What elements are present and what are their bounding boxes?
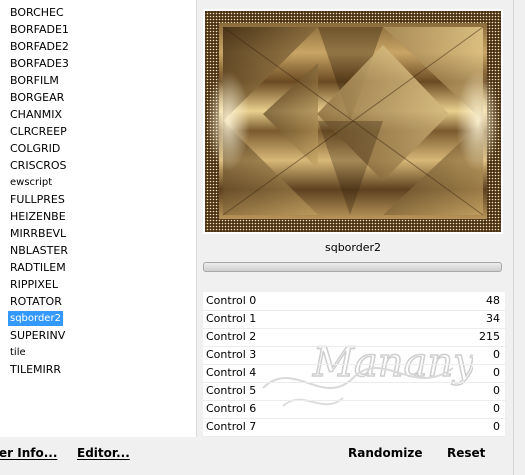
control-row[interactable]: Control 4 0 xyxy=(203,364,505,383)
control-label: Control 2 xyxy=(206,330,257,343)
filter-list-item[interactable]: BORFADE3 xyxy=(8,56,71,71)
control-row[interactable]: Control 0 48 xyxy=(203,292,505,311)
randomize-button[interactable]: Randomize xyxy=(348,446,422,460)
control-row[interactable]: Control 5 0 xyxy=(203,382,505,401)
control-label: Control 1 xyxy=(206,312,257,325)
control-value[interactable]: 0 xyxy=(493,402,500,415)
filter-list-item[interactable]: BORFADE1 xyxy=(8,22,71,37)
filter-list-item[interactable]: CLRCREEP xyxy=(8,124,69,139)
filter-list-item[interactable]: COLGRID xyxy=(8,141,62,156)
control-row[interactable]: Control 3 0 xyxy=(203,346,505,365)
control-row[interactable]: Control 7 0 xyxy=(203,418,505,437)
filter-list-item[interactable]: HEIZENBE xyxy=(8,209,68,224)
control-row[interactable]: Control 1 34 xyxy=(203,310,505,329)
control-row[interactable]: Control 6 0 xyxy=(203,400,505,419)
filter-list-item[interactable]: RADTILEM xyxy=(8,260,68,275)
filter-list-item[interactable]: ROTATOR xyxy=(8,294,64,309)
progress-bar xyxy=(203,262,502,272)
window-edge xyxy=(513,0,525,475)
control-value[interactable]: 0 xyxy=(493,384,500,397)
filter-list-item[interactable]: tile xyxy=(8,345,28,360)
filter-list-item[interactable]: BORFILM xyxy=(8,73,61,88)
control-value[interactable]: 34 xyxy=(486,312,500,325)
filter-list-item[interactable]: RIPPIXEL xyxy=(8,277,60,292)
filter-list-item[interactable]: MIRRBEVL xyxy=(8,226,68,241)
controls-panel: Manany Control 0 48 Control 1 34 Control 2 21… xyxy=(203,292,505,437)
filter-list-item[interactable]: CHANMIX xyxy=(8,107,64,122)
filter-list-item[interactable]: NBLASTER xyxy=(8,243,70,258)
control-value[interactable]: 0 xyxy=(493,420,500,433)
control-label: Control 0 xyxy=(206,294,257,307)
filter-list-item[interactable]: FULLPRES xyxy=(8,192,67,207)
filter-list[interactable]: BORCHEC BORFADE1 BORFADE2 BORFADE3 BORFILM BO… xyxy=(0,0,196,437)
control-label: Control 4 xyxy=(206,366,257,379)
control-label: Control 7 xyxy=(206,420,257,433)
filter-name-label: sqborder2 xyxy=(324,241,382,254)
filter-preview xyxy=(203,9,503,234)
control-value[interactable]: 0 xyxy=(493,348,500,361)
control-row[interactable]: Control 2 215 xyxy=(203,328,505,347)
filter-list-item[interactable]: sqborder2 xyxy=(8,311,63,326)
filter-list-item[interactable]: CRISCROS xyxy=(8,158,69,173)
control-label: Control 6 xyxy=(206,402,257,415)
control-label: Control 5 xyxy=(206,384,257,397)
reset-button[interactable]: Reset xyxy=(447,446,485,460)
filter-list-item[interactable]: ewscript xyxy=(8,175,54,190)
filter-info-button[interactable]: er Info... xyxy=(0,446,57,460)
filter-list-item[interactable]: TILEMIRR xyxy=(8,362,63,377)
control-value[interactable]: 215 xyxy=(479,330,500,343)
editor-button[interactable]: Editor... xyxy=(77,446,130,460)
control-value[interactable]: 48 xyxy=(486,294,500,307)
control-label: Control 3 xyxy=(206,348,257,361)
filter-list-item[interactable]: BORFADE2 xyxy=(8,39,71,54)
filter-list-item[interactable]: BORGEAR xyxy=(8,90,66,105)
control-value[interactable]: 0 xyxy=(493,366,500,379)
preview-image xyxy=(203,9,503,234)
filter-list-item[interactable]: BORCHEC xyxy=(8,5,66,20)
filter-list-item[interactable]: SUPERINV xyxy=(8,328,67,343)
